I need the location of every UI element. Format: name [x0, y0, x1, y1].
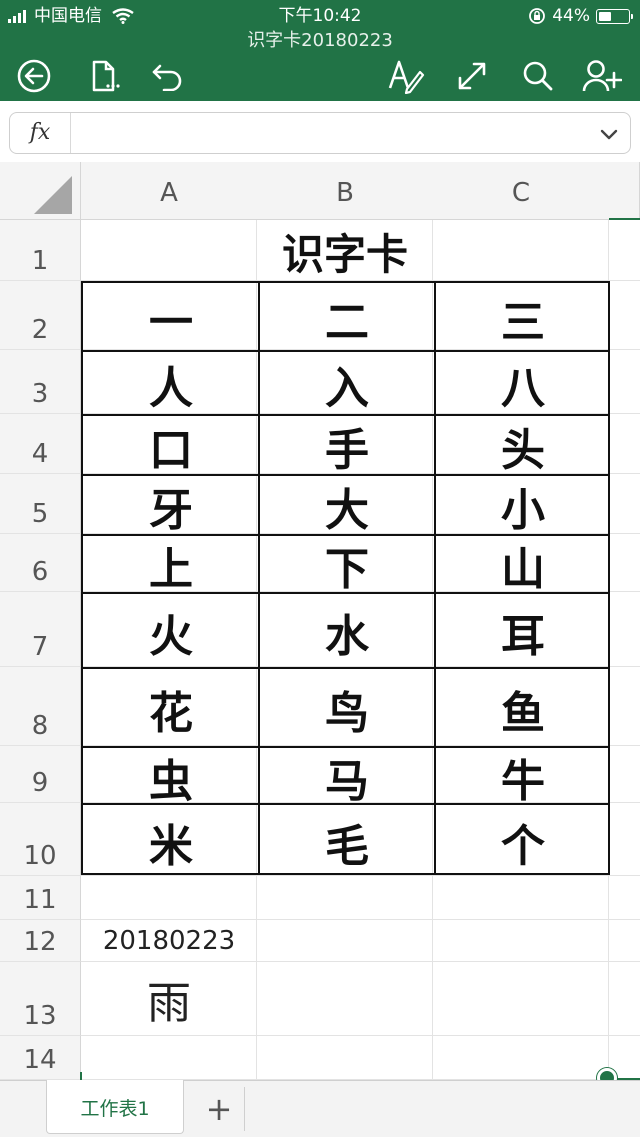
- tab-sheet1[interactable]: 工作表1: [46, 1080, 184, 1134]
- char-cell[interactable]: 山: [435, 536, 611, 595]
- app-header: 中国电信 下午10:42 44% 识字卡20180223: [0, 0, 640, 101]
- row-header-1[interactable]: 1: [0, 220, 81, 281]
- battery-icon: [596, 8, 633, 24]
- char-cell[interactable]: 个: [435, 805, 611, 878]
- row-header-5[interactable]: 5: [0, 474, 81, 534]
- select-all-corner[interactable]: [0, 162, 81, 220]
- share-button[interactable]: [582, 56, 622, 96]
- row-header-6[interactable]: 6: [0, 534, 81, 592]
- back-icon: [17, 59, 51, 93]
- row-header-12[interactable]: 12: [0, 920, 81, 962]
- file-icon: [92, 60, 120, 92]
- table-border-row: [83, 474, 608, 476]
- char-cell[interactable]: 头: [435, 416, 611, 476]
- date-cell[interactable]: 20180223: [81, 920, 257, 962]
- format-text-button[interactable]: [386, 56, 426, 96]
- add-sheet-button[interactable]: +: [194, 1087, 245, 1131]
- add-person-icon: [582, 60, 622, 92]
- back-button[interactable]: [14, 56, 54, 96]
- row-header-7[interactable]: 7: [0, 592, 81, 667]
- char-cell[interactable]: 米: [83, 805, 259, 878]
- fx-label: fx: [10, 113, 71, 153]
- char-cell[interactable]: 火: [83, 594, 259, 669]
- fullscreen-button[interactable]: [452, 56, 492, 96]
- sheet-title-cell[interactable]: 识字卡: [81, 220, 609, 281]
- column-header-a[interactable]: A: [81, 162, 258, 220]
- undo-button[interactable]: [148, 56, 188, 96]
- extra-char-cell[interactable]: 雨: [81, 962, 257, 1036]
- character-table: 一二三人入八口手头牙大小上下山火水耳花鸟鱼虫马牛米毛个: [81, 281, 610, 875]
- toolbar: [0, 52, 640, 98]
- rotation-lock-icon: [529, 8, 546, 24]
- search-button[interactable]: [518, 56, 558, 96]
- char-cell[interactable]: 虫: [83, 748, 259, 807]
- row-header-4[interactable]: 4: [0, 414, 81, 474]
- chevron-down-icon[interactable]: [598, 123, 620, 145]
- table-border-row: [83, 667, 608, 669]
- row-header-9[interactable]: 9: [0, 746, 81, 803]
- char-cell[interactable]: 上: [83, 536, 259, 595]
- char-cell[interactable]: 牛: [435, 748, 611, 807]
- char-cell[interactable]: 口: [83, 416, 259, 476]
- char-cell[interactable]: 马: [259, 748, 435, 807]
- table-border-row: [83, 350, 608, 352]
- char-cell[interactable]: 二: [259, 283, 435, 352]
- row-header-11[interactable]: 11: [0, 876, 81, 920]
- char-cell[interactable]: 鸟: [259, 669, 435, 748]
- row-header-8[interactable]: 8: [0, 667, 81, 746]
- undo-icon: [152, 64, 182, 91]
- char-cell[interactable]: 耳: [435, 594, 611, 669]
- table-border-row: [83, 592, 608, 594]
- char-cell[interactable]: 下: [259, 536, 435, 595]
- char-cell[interactable]: 牙: [83, 476, 259, 536]
- status-bar: 中国电信 下午10:42 44%: [0, 0, 640, 32]
- column-header-b[interactable]: B: [257, 162, 434, 220]
- fullscreen-icon: [458, 62, 486, 90]
- format-text-icon: [388, 60, 425, 94]
- char-cell[interactable]: 一: [83, 283, 259, 352]
- char-cell[interactable]: 人: [83, 352, 259, 416]
- char-cell[interactable]: 花: [83, 669, 259, 748]
- char-cell[interactable]: 毛: [259, 805, 435, 878]
- char-cell[interactable]: 八: [435, 352, 611, 416]
- char-cell[interactable]: 大: [259, 476, 435, 536]
- selection-top-edge: [609, 218, 640, 220]
- table-border-row: [83, 803, 608, 805]
- char-cell[interactable]: 三: [435, 283, 611, 352]
- table-border-row: [83, 534, 608, 536]
- search-icon: [523, 61, 553, 91]
- row-header-2[interactable]: 2: [0, 281, 81, 350]
- document-title: 识字卡20180223: [247, 30, 393, 51]
- file-button[interactable]: [84, 56, 124, 96]
- sheet-tab-bar: 工作表1 +: [0, 1080, 640, 1137]
- char-cell[interactable]: 小: [435, 476, 611, 536]
- table-border-column: [434, 283, 436, 873]
- row-header-10[interactable]: 10: [0, 803, 81, 876]
- column-header-c[interactable]: C: [433, 162, 610, 220]
- row-header-14[interactable]: 14: [0, 1036, 81, 1080]
- char-cell[interactable]: 水: [259, 594, 435, 669]
- select-all-icon: [34, 176, 72, 214]
- table-border-column: [258, 283, 260, 873]
- column-header-partial[interactable]: [609, 162, 640, 220]
- table-border-row: [83, 414, 608, 416]
- char-cell[interactable]: 入: [259, 352, 435, 416]
- table-border-row: [83, 746, 608, 748]
- battery-percent: 44%: [552, 6, 590, 26]
- row-header-13[interactable]: 13: [0, 962, 81, 1036]
- formula-input[interactable]: [72, 116, 586, 152]
- formula-bar: fx: [9, 112, 631, 154]
- plus-icon: +: [205, 1090, 233, 1128]
- char-cell[interactable]: 鱼: [435, 669, 611, 748]
- row-header-3[interactable]: 3: [0, 350, 81, 414]
- char-cell[interactable]: 手: [259, 416, 435, 476]
